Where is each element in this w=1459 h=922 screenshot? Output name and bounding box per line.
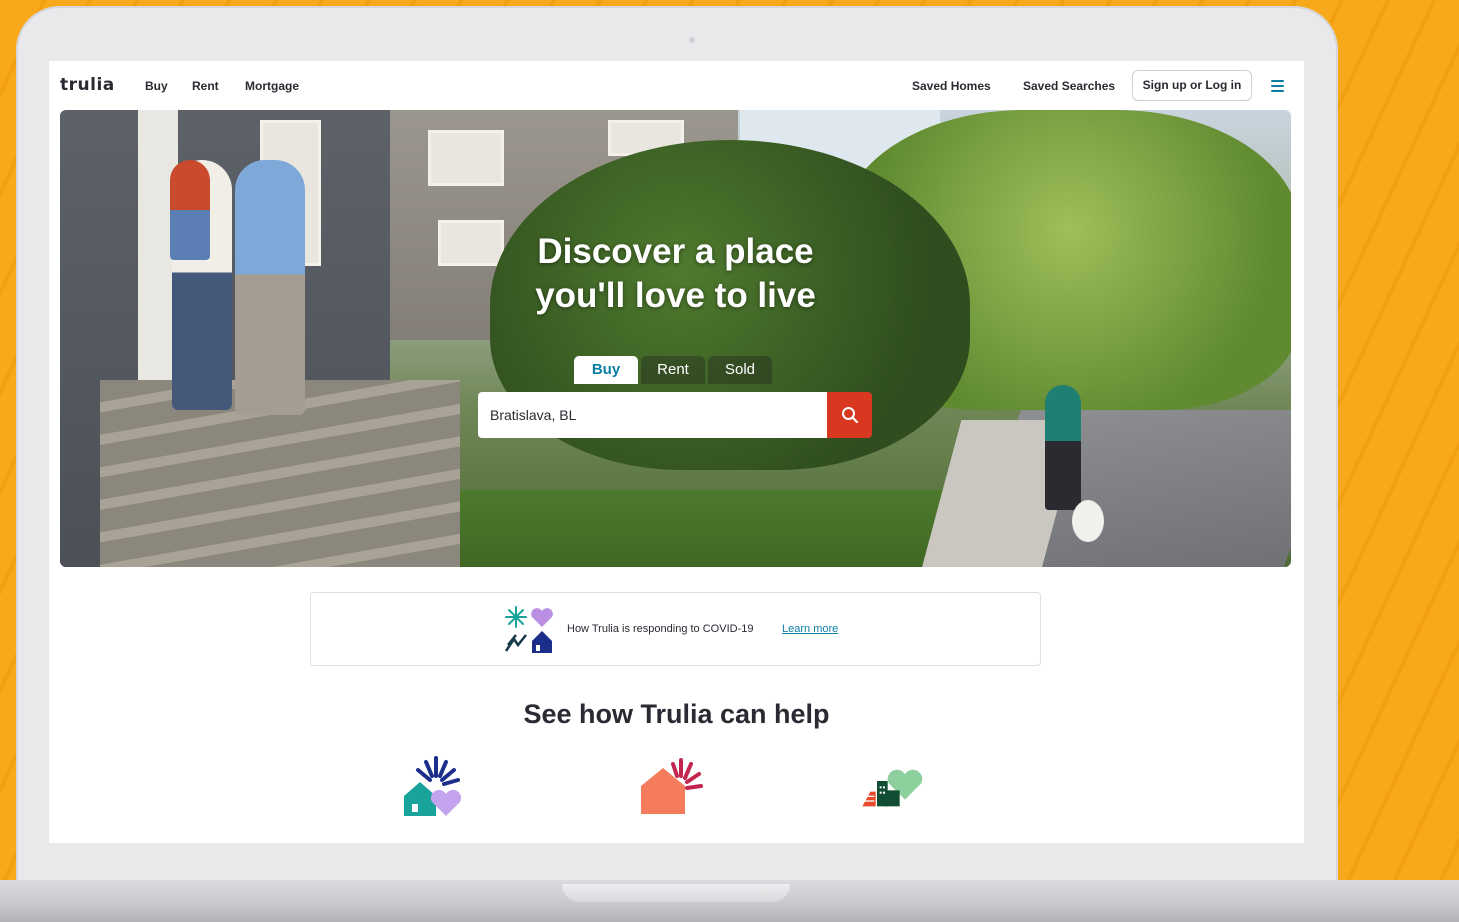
hero-title-line2: you'll love to live (535, 276, 816, 315)
hero-dog (1072, 500, 1104, 542)
covid-banner: How Trulia is responding to COVID-19 Lea… (310, 592, 1041, 666)
hero-lawn (440, 490, 1000, 567)
top-navigation: trulia Buy Rent Mortgage Saved Homes Sav… (49, 61, 1304, 111)
signup-login-button[interactable]: Sign up or Log in (1132, 70, 1252, 101)
nav-saved-homes[interactable]: Saved Homes (912, 79, 991, 93)
search-icon (842, 407, 859, 424)
hero-person-walker (1045, 385, 1081, 510)
browser-screen: trulia Buy Rent Mortgage Saved Homes Sav… (49, 61, 1304, 843)
search-input[interactable]: Bratislava, BL (478, 392, 827, 438)
nav-rent[interactable]: Rent (192, 79, 219, 93)
covid-illustration-icon (504, 606, 553, 653)
house-sun-icon (641, 758, 703, 814)
hero-banner: Discover a place you'll love to live Buy… (60, 110, 1291, 567)
tab-rent[interactable]: Rent (641, 356, 705, 384)
house-heart-icon (404, 756, 462, 816)
covid-learn-more-link[interactable]: Learn more (782, 623, 838, 635)
trulia-logo[interactable]: trulia (60, 75, 115, 95)
nav-buy[interactable]: Buy (145, 79, 168, 93)
hero-window (428, 130, 504, 186)
menu-icon[interactable] (1271, 80, 1284, 92)
tab-buy[interactable]: Buy (574, 356, 638, 384)
help-section-title: See how Trulia can help (523, 699, 830, 729)
nav-saved-searches[interactable]: Saved Searches (1023, 79, 1115, 93)
search-button[interactable] (827, 392, 872, 438)
laptop-notch (562, 884, 790, 902)
laptop-camera (689, 37, 695, 43)
hero-title: Discover a place you'll love to live (60, 230, 1291, 318)
covid-banner-text: How Trulia is responding to COVID-19 (567, 623, 754, 635)
nav-mortgage[interactable]: Mortgage (245, 79, 299, 93)
building-heart-icon (862, 769, 923, 807)
tab-sold[interactable]: Sold (708, 356, 772, 384)
hero-title-line1: Discover a place (537, 232, 814, 271)
